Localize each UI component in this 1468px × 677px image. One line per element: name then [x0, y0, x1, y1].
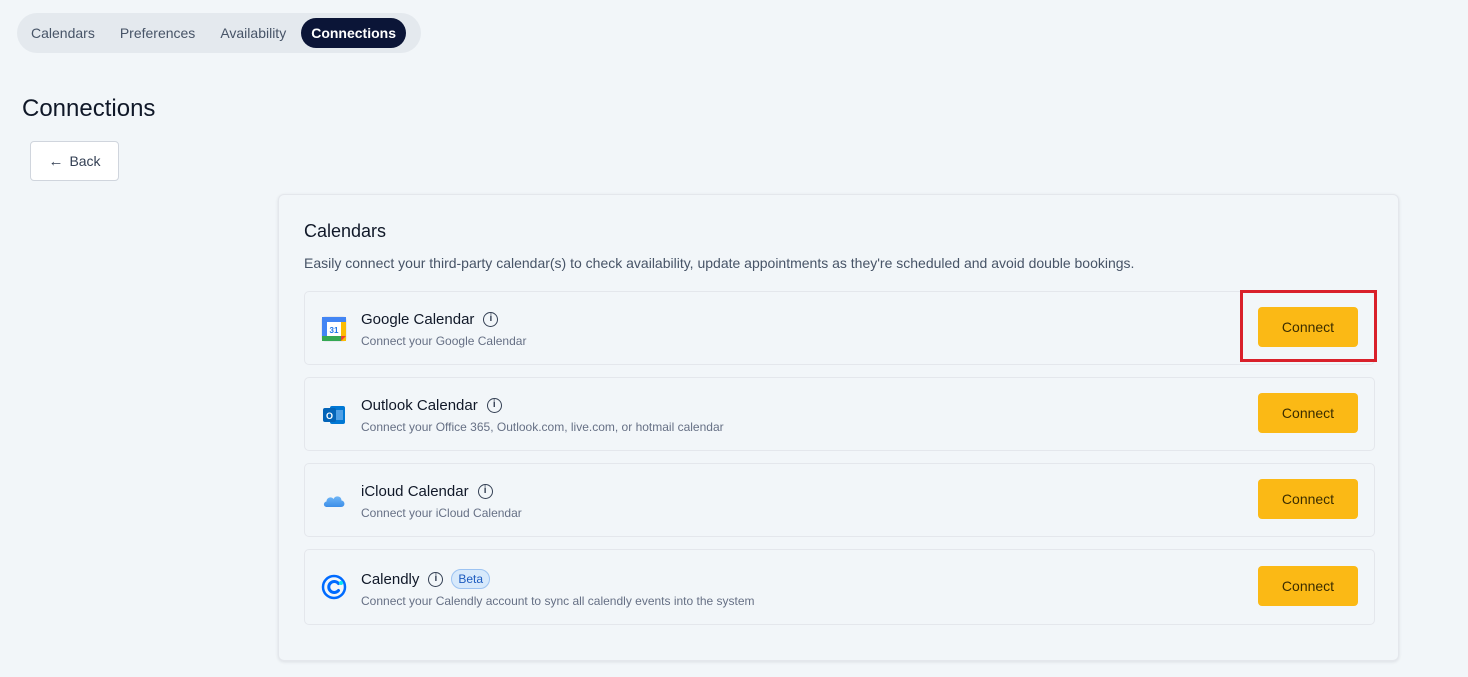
connect-outlook-button[interactable]: Connect — [1258, 393, 1358, 433]
connect-icloud-button[interactable]: Connect — [1258, 479, 1358, 519]
row-subtitle: Connect your Calendly account to sync al… — [361, 594, 755, 608]
row-name: iCloud Calendar — [361, 483, 469, 500]
tab-calendars[interactable]: Calendars — [21, 18, 105, 48]
page-title: Connections — [22, 95, 156, 122]
icloud-icon — [323, 496, 345, 507]
outlook-calendar-title: Outlook Calendar i — [361, 397, 502, 414]
settings-tabs: Calendars Preferences Availability Conne… — [17, 13, 421, 53]
row-name: Outlook Calendar — [361, 397, 478, 414]
calendly-icon — [321, 574, 347, 600]
row-name: Calendly — [361, 570, 420, 588]
connection-row-google: 31 Google Calendar i Connect your Google… — [304, 291, 1375, 365]
tab-connections[interactable]: Connections — [301, 18, 406, 48]
tab-availability[interactable]: Availability — [210, 18, 296, 48]
row-subtitle: Connect your Google Calendar — [361, 334, 527, 348]
row-name: Google Calendar — [361, 311, 475, 328]
google-calendar-title: Google Calendar i — [361, 311, 499, 328]
info-icon[interactable]: i — [428, 571, 444, 587]
row-subtitle: Connect your Office 365, Outlook.com, li… — [361, 420, 724, 434]
card-description: Easily connect your third-party calendar… — [304, 255, 1135, 271]
icloud-calendar-title: iCloud Calendar i — [361, 483, 493, 500]
info-icon[interactable]: i — [477, 484, 493, 499]
back-button-label: Back — [69, 153, 101, 169]
info-icon[interactable]: i — [486, 398, 502, 413]
info-icon[interactable]: i — [483, 312, 499, 327]
outlook-logo-text: O — [326, 411, 333, 421]
arrow-left-icon: ← — [48, 152, 64, 170]
connection-row-icloud: iCloud Calendar i Connect your iCloud Ca… — [304, 463, 1375, 537]
calendly-title: Calendly i Beta — [361, 569, 491, 589]
back-button[interactable]: ← Back — [30, 141, 119, 181]
connection-row-outlook: O Outlook Calendar i Connect your Office… — [304, 377, 1375, 451]
highlight-box — [1240, 290, 1377, 362]
connection-row-calendly: Calendly i Beta Connect your Calendly ac… — [304, 549, 1375, 625]
card-title: Calendars — [304, 221, 387, 241]
google-calendar-icon: 31 — [321, 316, 347, 342]
google-calendar-logo-text: 31 — [330, 326, 339, 335]
connect-calendly-button[interactable]: Connect — [1258, 566, 1358, 606]
calendars-card: Calendars Easily connect your third-part… — [278, 194, 1399, 661]
beta-badge: Beta — [451, 569, 491, 589]
row-subtitle: Connect your iCloud Calendar — [361, 506, 522, 520]
outlook-icon: O — [323, 406, 345, 424]
tab-preferences[interactable]: Preferences — [110, 18, 205, 48]
